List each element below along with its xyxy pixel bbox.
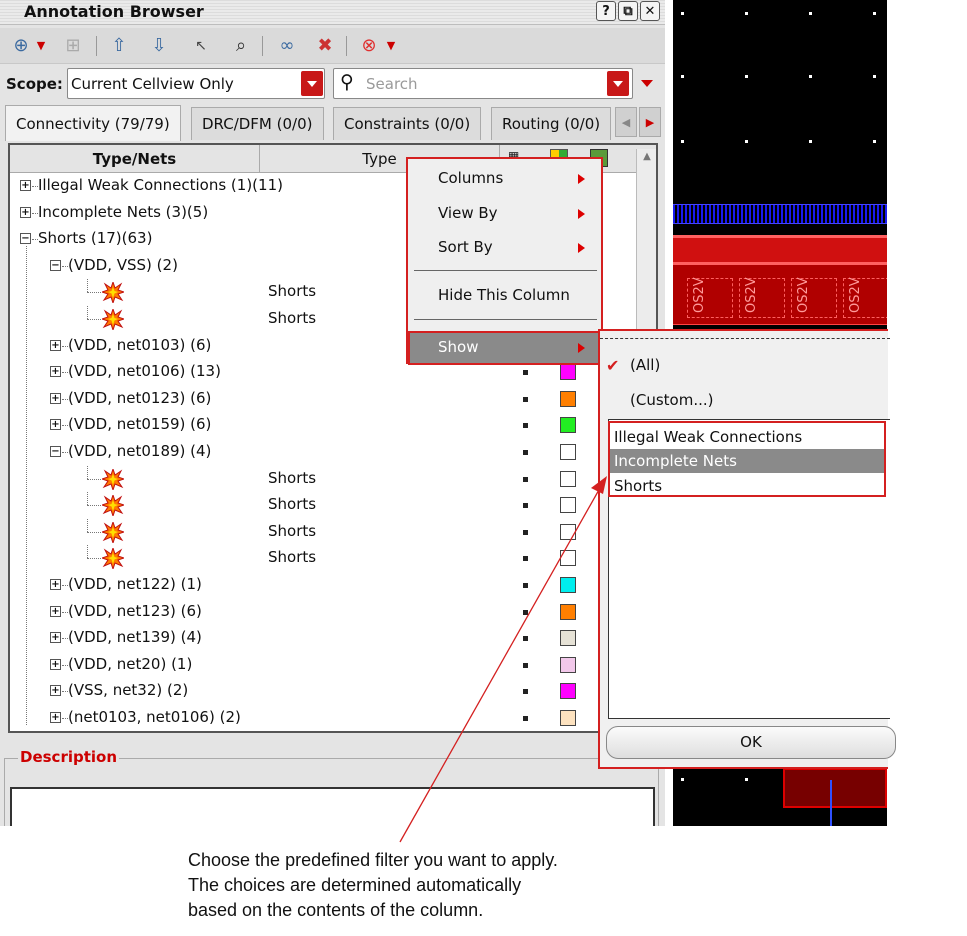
callout-text: Choose the predefined filter you want to… xyxy=(188,848,748,923)
callout-line-3: based on the contents of the column. xyxy=(188,900,484,920)
callout-line-2: The choices are determined automatically xyxy=(188,875,522,895)
callout-arrow xyxy=(399,476,607,843)
callout-line-1: Choose the predefined filter you want to… xyxy=(188,850,558,870)
